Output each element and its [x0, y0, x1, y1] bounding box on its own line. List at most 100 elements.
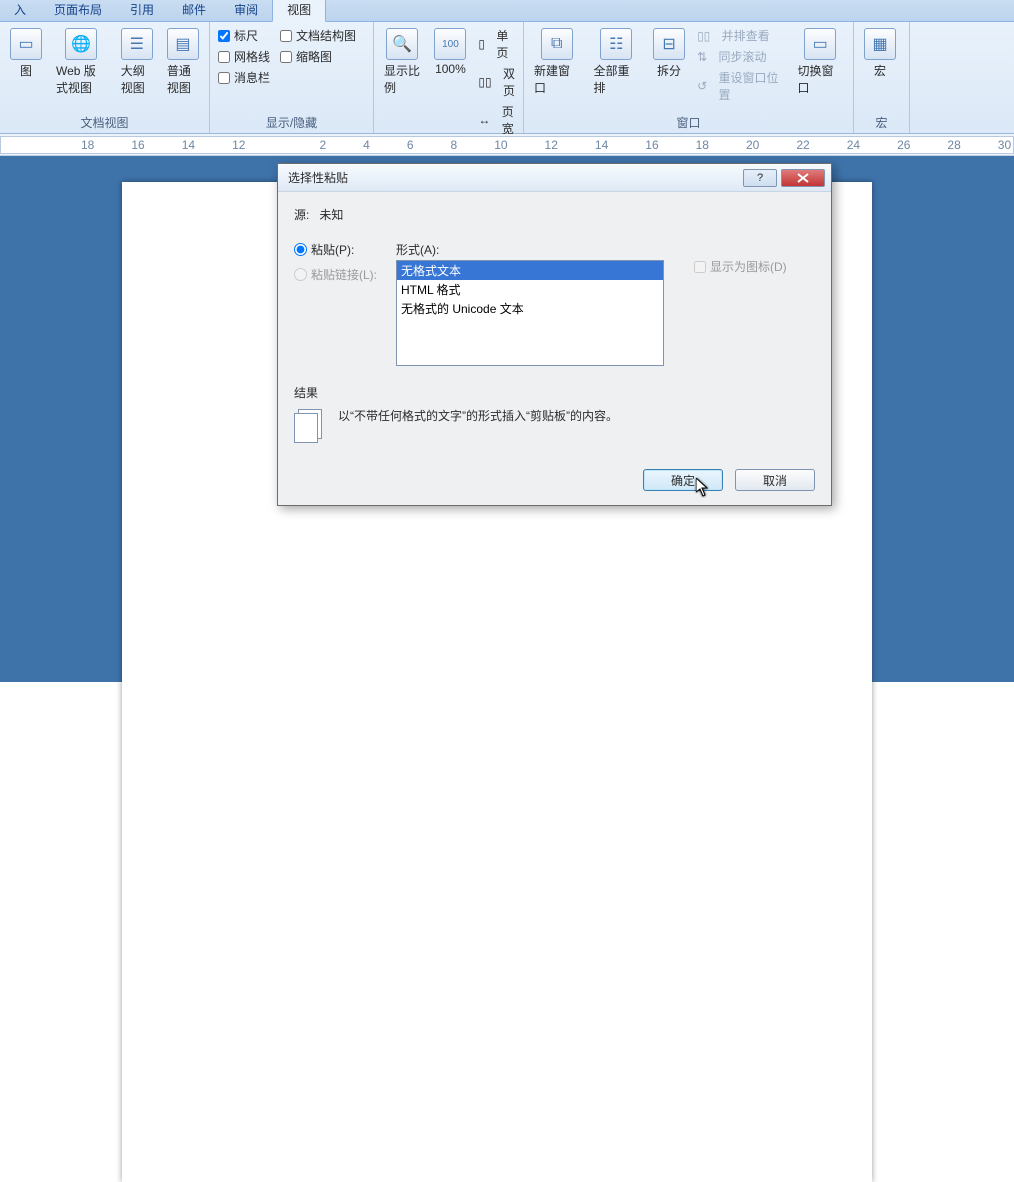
btn-switchwindow-label: 切换窗口 — [797, 62, 843, 96]
btn-onepage-label: 单页 — [496, 27, 515, 61]
ribbon-tabbar: 入 页面布局 引用 邮件 审阅 视图 — [0, 0, 1014, 22]
horizontal-ruler[interactable]: 18 16 14 12 2 4 6 8 10 12 14 16 18 20 22… — [0, 134, 1014, 156]
chk-docmap[interactable]: 文档结构图 — [278, 26, 358, 45]
group-docviews-label: 文档视图 — [6, 111, 203, 133]
tab-review[interactable]: 审阅 — [220, 0, 272, 21]
btn-zoom[interactable]: 🔍 显示比例 — [380, 26, 424, 98]
ruler-tick: 26 — [897, 138, 910, 152]
twopage-icon: ▯▯ — [478, 75, 491, 89]
ok-button[interactable]: 确定 — [643, 469, 723, 491]
ruler-tick: 22 — [796, 138, 809, 152]
ruler-tick: 16 — [131, 138, 144, 152]
pct-icon: 100 — [434, 28, 466, 60]
btn-reading-label: 图 — [20, 62, 32, 79]
chk-docmap-label: 文档结构图 — [296, 27, 356, 44]
chk-thumbnails[interactable]: 缩略图 — [278, 47, 358, 66]
ruler-tick: 28 — [947, 138, 960, 152]
ruler-tick: 16 — [645, 138, 658, 152]
chk-gridlines[interactable]: 网格线 — [216, 47, 272, 66]
close-icon — [797, 173, 809, 183]
chk-thumbnails-label: 缩略图 — [296, 48, 332, 65]
ruler-tick: 10 — [494, 138, 507, 152]
tab-insert-crop[interactable]: 入 — [0, 0, 40, 21]
btn-split[interactable]: ⊟ 拆分 — [649, 26, 689, 81]
ruler-tick: 2 — [319, 138, 326, 152]
radio-paste[interactable]: 粘贴(P): — [294, 241, 390, 258]
btn-sidebyside-label: 并排查看 — [722, 27, 770, 44]
btn-draft[interactable]: ▤ 普通视图 — [163, 26, 203, 98]
btn-draft-label: 普通视图 — [167, 62, 199, 96]
tab-view[interactable]: 视图 — [272, 0, 326, 22]
btn-zoom-label: 显示比例 — [384, 62, 420, 96]
dialog-titlebar[interactable]: 选择性粘贴 ? — [278, 164, 831, 192]
ruler-tick: 14 — [182, 138, 195, 152]
help-button[interactable]: ? — [743, 169, 777, 187]
source-value: 未知 — [319, 208, 343, 222]
macros-icon: ▦ — [864, 28, 896, 60]
ruler-tick: 18 — [696, 138, 709, 152]
ruler-tick: 4 — [363, 138, 370, 152]
dialog-title: 选择性粘贴 — [288, 169, 348, 186]
ruler-tick: 12 — [545, 138, 558, 152]
ruler-tick: 8 — [451, 138, 458, 152]
btn-switchwindow[interactable]: ▭ 切换窗口 — [793, 26, 847, 98]
chk-messagebar[interactable]: 消息栏 — [216, 68, 272, 87]
close-button[interactable] — [781, 169, 825, 187]
tab-pagelayout[interactable]: 页面布局 — [40, 0, 116, 21]
reading-icon: ▭ — [10, 28, 42, 60]
pagewidth-icon: ↔ — [478, 113, 490, 127]
group-macro-label: 宏 — [860, 111, 903, 133]
radio-paste-label: 粘贴(P): — [311, 241, 354, 258]
chk-gridlines-label: 网格线 — [234, 48, 270, 65]
zoom-icon: 🔍 — [386, 28, 418, 60]
btn-twopage[interactable]: ▯▯ 双页 — [476, 64, 517, 100]
ruler-tick: 12 — [232, 138, 245, 152]
ruler-tick: 18 — [81, 138, 94, 152]
btn-pagewidth-label: 页宽 — [502, 103, 515, 137]
switchwindow-icon: ▭ — [804, 28, 836, 60]
btn-weblayout[interactable]: 🌐 Web 版式视图 — [52, 26, 111, 98]
paste-special-dialog: 选择性粘贴 ? 源: 未知 粘贴(P): 粘贴链接(L): — [277, 163, 832, 506]
newwindow-icon: ⧉ — [541, 28, 573, 60]
chk-messagebar-label: 消息栏 — [234, 69, 270, 86]
btn-onepage[interactable]: ▯ 单页 — [476, 26, 517, 62]
btn-pagewidth[interactable]: ↔ 页宽 — [476, 102, 517, 138]
btn-reading-crop[interactable]: ▭ 图 — [6, 26, 46, 81]
arrangeall-icon: ☷ — [600, 28, 632, 60]
btn-100pct[interactable]: 100 100% — [430, 26, 470, 78]
chk-ruler[interactable]: 标尺 — [216, 26, 272, 45]
cancel-button[interactable]: 取消 — [735, 469, 815, 491]
onepage-icon: ▯ — [478, 37, 485, 51]
ribbon: ▭ 图 🌐 Web 版式视图 ☰ 大纲视图 ▤ 普通视图 文档视图 标尺 网格线 — [0, 22, 1014, 134]
radio-pastelink-label: 粘贴链接(L): — [311, 266, 377, 283]
format-listbox[interactable]: 无格式文本 HTML 格式 无格式的 Unicode 文本 — [396, 260, 664, 366]
syncscroll-icon: ⇅ — [697, 50, 707, 64]
radio-pastelink: 粘贴链接(L): — [294, 266, 390, 283]
ruler-tick: 24 — [847, 138, 860, 152]
btn-sidebyside: ▯▯ 并排查看 — [695, 26, 787, 45]
ruler-tick: 30 — [998, 138, 1011, 152]
chk-showicon-label: 显示为图标(D) — [710, 258, 787, 275]
format-item-plain[interactable]: 无格式文本 — [397, 261, 663, 280]
tab-mailings[interactable]: 邮件 — [168, 0, 220, 21]
btn-outline[interactable]: ☰ 大纲视图 — [117, 26, 157, 98]
format-item-unicode[interactable]: 无格式的 Unicode 文本 — [397, 299, 663, 318]
btn-arrangeall-label: 全部重排 — [594, 62, 640, 96]
result-text: 以“不带任何格式的文字”的形式插入“剪贴板”的内容。 — [338, 407, 618, 424]
source-label: 源: — [294, 208, 309, 222]
ruler-tick: 20 — [746, 138, 759, 152]
group-window-label: 窗口 — [530, 111, 847, 133]
ruler-tick: 14 — [595, 138, 608, 152]
format-item-html[interactable]: HTML 格式 — [397, 280, 663, 299]
format-label: 形式(A): — [396, 241, 815, 258]
btn-split-label: 拆分 — [657, 62, 681, 79]
tab-references[interactable]: 引用 — [116, 0, 168, 21]
chk-ruler-label: 标尺 — [234, 27, 258, 44]
btn-macros[interactable]: ▦ 宏 — [860, 26, 900, 81]
btn-weblayout-label: Web 版式视图 — [56, 62, 107, 96]
ruler-tick: 6 — [407, 138, 414, 152]
btn-arrangeall[interactable]: ☷ 全部重排 — [590, 26, 644, 98]
clipboard-icon — [294, 407, 328, 445]
sidebyside-icon: ▯▯ — [697, 29, 710, 43]
btn-newwindow[interactable]: ⧉ 新建窗口 — [530, 26, 584, 98]
